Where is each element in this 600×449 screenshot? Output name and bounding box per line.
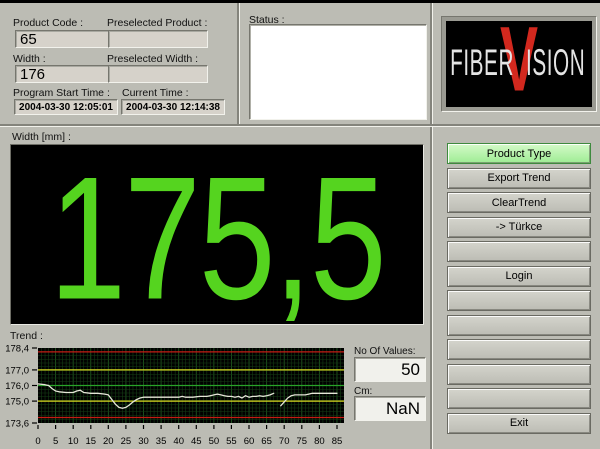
login-button[interactable]: Login	[447, 266, 591, 287]
svg-text:80: 80	[314, 436, 325, 447]
blank-button-2[interactable]	[447, 290, 591, 311]
action-button-column: Product Type Export Trend ClearTrend -> …	[447, 143, 591, 434]
current-time-field: 2004-03-30 12:14:38	[121, 99, 225, 115]
preselected-width-field[interactable]	[108, 65, 208, 83]
preselected-width-label: Preselected Width :	[107, 53, 198, 65]
logo-text-ision: ISION	[526, 42, 585, 84]
blank-button-4[interactable]	[447, 339, 591, 360]
fibervision-logo-inner: V FIBER ISION	[446, 21, 592, 107]
exit-button[interactable]: Exit	[447, 413, 591, 434]
svg-text:55: 55	[226, 436, 237, 447]
svg-text:178,4: 178,4	[5, 344, 29, 355]
svg-text:40: 40	[173, 436, 184, 447]
blank-button-6[interactable]	[447, 388, 591, 409]
width-display-value: 175,5	[49, 144, 384, 325]
svg-text:20: 20	[103, 436, 114, 447]
width-label: Width :	[13, 53, 46, 65]
divider-vertical-right	[430, 3, 432, 449]
blank-button-3[interactable]	[447, 315, 591, 336]
width-field[interactable]: 176	[15, 65, 115, 83]
trend-chart: 178,4 177,0 176,0 175,0 173,6 0 5 10 15 20 25 30 35 4…	[5, 341, 350, 447]
program-start-time-label: Program Start Time :	[13, 87, 110, 99]
clear-trend-button[interactable]: ClearTrend	[447, 192, 591, 213]
svg-text:65: 65	[261, 436, 272, 447]
svg-text:35: 35	[156, 436, 167, 447]
turkce-button[interactable]: -> Türkce	[447, 217, 591, 238]
svg-text:45: 45	[191, 436, 202, 447]
svg-text:60: 60	[244, 436, 255, 447]
blank-button-5[interactable]	[447, 364, 591, 385]
svg-text:85: 85	[332, 436, 343, 447]
product-type-button[interactable]: Product Type	[447, 143, 591, 164]
svg-text:173,6: 173,6	[5, 419, 29, 430]
no-of-values-field[interactable]: 50	[354, 357, 426, 382]
svg-text:175,0: 175,0	[5, 397, 29, 408]
width-display: 175,5	[10, 144, 424, 325]
svg-text:75: 75	[297, 436, 308, 447]
width-display-label: Width [mm] :	[12, 131, 71, 143]
svg-text:177,0: 177,0	[5, 365, 29, 376]
svg-text:176,0: 176,0	[5, 381, 29, 392]
svg-text:5: 5	[53, 436, 58, 447]
logo-text-fiber: FIBER	[450, 42, 514, 84]
status-box	[249, 24, 427, 120]
svg-text:50: 50	[209, 436, 220, 447]
cm-field: NaN	[354, 396, 426, 421]
status-panel: Status :	[239, 3, 430, 124]
fibervision-logo: V FIBER ISION	[441, 16, 597, 112]
svg-text:15: 15	[86, 436, 97, 447]
preselected-product-label: Preselected Product :	[107, 17, 207, 29]
product-code-label: Product Code :	[13, 17, 83, 29]
program-start-time-field: 2004-03-30 12:05:01	[14, 99, 118, 115]
svg-text:0: 0	[35, 436, 40, 447]
blank-button-1[interactable]	[447, 241, 591, 262]
current-time-label: Current Time :	[122, 87, 189, 99]
svg-text:70: 70	[279, 436, 290, 447]
no-of-values-label: No Of Values:	[354, 346, 416, 357]
svg-text:30: 30	[138, 436, 149, 447]
divider-horizontal-top	[0, 124, 600, 126]
export-trend-button[interactable]: Export Trend	[447, 168, 591, 189]
svg-text:25: 25	[121, 436, 132, 447]
product-code-field[interactable]: 65	[15, 30, 115, 48]
svg-text:10: 10	[68, 436, 79, 447]
product-info-panel: Product Code : 65 Preselected Product : …	[0, 3, 237, 124]
preselected-product-field[interactable]	[108, 30, 208, 48]
